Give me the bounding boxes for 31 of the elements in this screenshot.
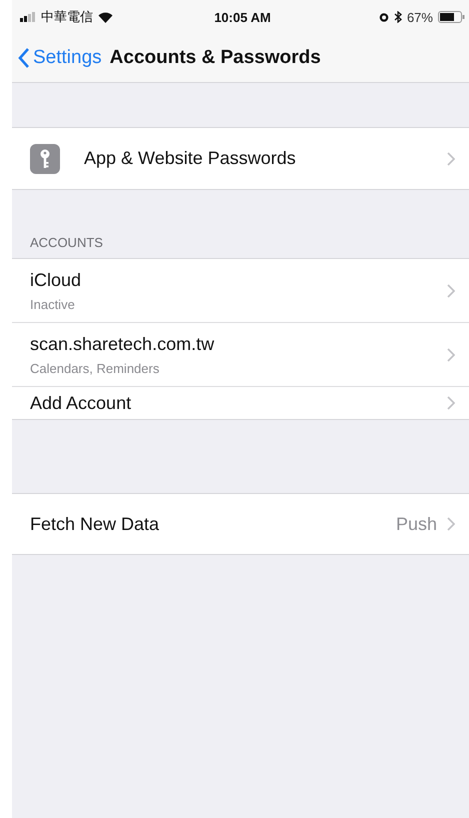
row-subtitle: Inactive <box>30 296 76 312</box>
list-row[interactable]: iCloud Inactive <box>12 259 469 323</box>
carrier-name: 中華電信 <box>41 8 93 26</box>
battery-percent: 67% <box>406 10 433 24</box>
chevron-right-icon <box>447 152 455 166</box>
bluetooth-icon <box>394 11 402 23</box>
chevron-right-icon <box>447 517 455 531</box>
key-icon <box>30 144 60 174</box>
battery-icon <box>438 11 465 23</box>
list-row[interactable]: Add Account <box>12 387 469 419</box>
row-label: scan.sharetech.com.tw <box>30 334 214 354</box>
signal-icon <box>20 12 36 22</box>
page-title: Accounts & Passwords <box>110 47 321 69</box>
chevron-left-icon <box>18 48 30 68</box>
back-button[interactable]: Settings <box>18 47 102 69</box>
row-subtitle: Calendars, Reminders <box>30 360 160 376</box>
chevron-right-icon <box>447 348 455 362</box>
alarm-icon <box>378 12 389 22</box>
wifi-icon <box>98 12 113 22</box>
section-header: ACCOUNTS <box>30 235 103 250</box>
chevron-right-icon <box>447 284 455 298</box>
row-value: Push <box>396 514 437 534</box>
row-label: Add Account <box>30 392 132 414</box>
list-row[interactable]: scan.sharetech.com.tw Calendars, Reminders <box>12 323 469 387</box>
row-label: Fetch New Data <box>30 514 160 534</box>
status-time: 10:05 AM <box>214 10 271 24</box>
list-row[interactable]: App & Website Passwords <box>12 128 469 189</box>
chevron-right-icon <box>447 396 455 410</box>
list-row[interactable]: Fetch New Data Push <box>12 494 469 554</box>
row-label: iCloud <box>30 270 82 290</box>
row-label: App & Website Passwords <box>84 148 296 169</box>
